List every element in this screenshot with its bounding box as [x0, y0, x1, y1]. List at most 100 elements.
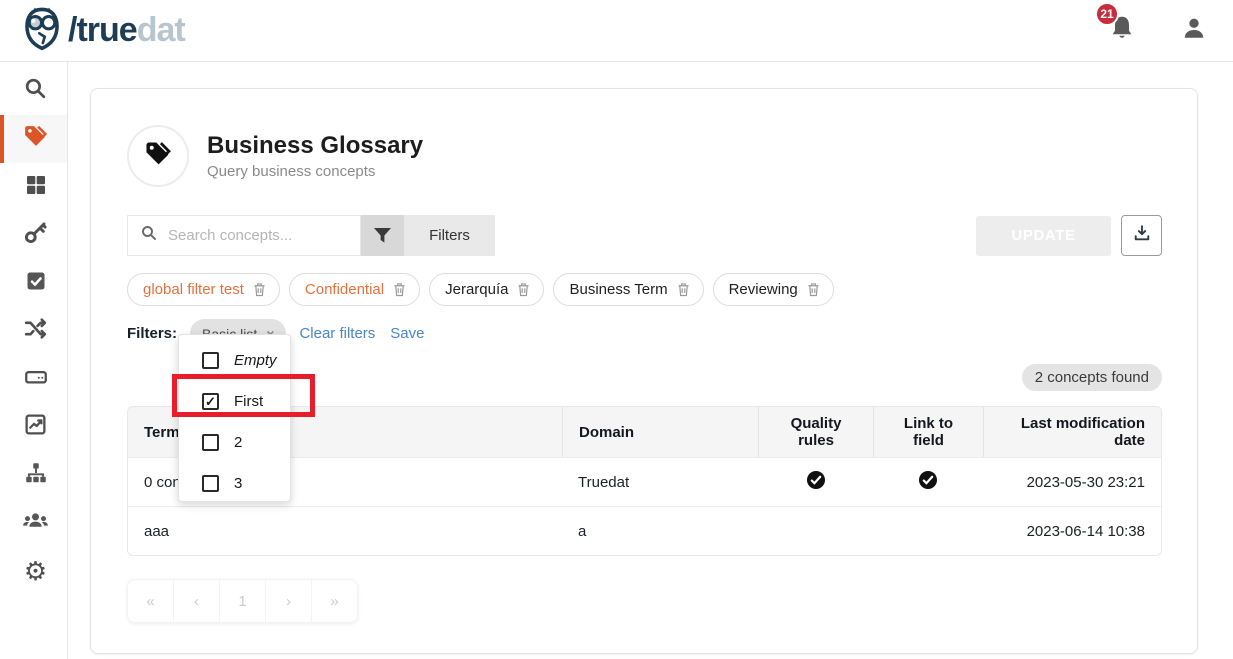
trash-icon[interactable]: [517, 282, 530, 297]
dropdown-option-2[interactable]: ✓ 2: [179, 422, 290, 463]
cell-last-modification: 2023-06-14 10:38: [983, 523, 1161, 540]
column-header-last-modification[interactable]: Last modification date: [983, 407, 1161, 457]
chart-icon: [23, 412, 48, 442]
sidebar-item-tasks[interactable]: [0, 259, 67, 307]
sidebar-item-permissions[interactable]: [0, 211, 67, 259]
dropdown-option-label: 3: [234, 475, 242, 492]
pagination-last-button[interactable]: »: [311, 579, 358, 623]
hierarchy-icon: [23, 460, 49, 491]
active-filter-chips: global filter test Confidential Jerarquí…: [127, 273, 1162, 306]
download-icon: [1133, 224, 1151, 247]
pagination-page-button[interactable]: 1: [219, 579, 266, 623]
sidebar-item-settings[interactable]: ⚙: [0, 547, 67, 595]
notifications-button[interactable]: 21: [1109, 14, 1135, 47]
trash-icon[interactable]: [807, 282, 820, 297]
shuffle-icon: [23, 316, 48, 346]
filter-chip[interactable]: global filter test: [127, 273, 280, 306]
cell-last-modification: 2023-05-30 23:21: [983, 474, 1161, 491]
filter-chip[interactable]: Reviewing: [713, 273, 834, 306]
cell-term[interactable]: aaa: [128, 523, 562, 540]
cell-link-to-field: [873, 519, 983, 543]
trash-icon[interactable]: [253, 282, 266, 297]
page-subtitle: Query business concepts: [207, 163, 423, 180]
cell-domain: a: [562, 523, 758, 540]
glossary-tag-icon: [22, 123, 49, 155]
column-header-domain[interactable]: Domain: [562, 407, 758, 457]
checkbox-checked[interactable]: ✓: [202, 393, 219, 410]
sidebar-item-users[interactable]: [0, 499, 67, 547]
table-row[interactable]: aaa a 2023-06-14 10:38: [128, 506, 1161, 555]
truedat-logo[interactable]: /truedat: [20, 5, 185, 56]
check-circle-icon: [806, 470, 826, 494]
dashboard-grid-icon: [24, 173, 48, 202]
funnel-icon: [361, 215, 404, 256]
save-filters-link[interactable]: Save: [390, 325, 424, 342]
search-input[interactable]: [168, 227, 338, 244]
search-icon: [23, 76, 48, 106]
tag-icon: [143, 139, 173, 174]
chip-label: Confidential: [305, 281, 384, 298]
filters-label: Filters:: [127, 325, 177, 342]
dropdown-option-label: 2: [234, 434, 242, 451]
users-icon: [22, 507, 49, 539]
sidebar-item-search[interactable]: [0, 67, 67, 115]
glossary-badge-circle: [127, 125, 189, 187]
sidebar-item-insights[interactable]: [0, 403, 67, 451]
tasks-check-icon: [24, 269, 48, 298]
sidebar-item-domains[interactable]: [0, 451, 67, 499]
left-sidebar: ⚙: [0, 62, 68, 659]
checkbox-unchecked[interactable]: ✓: [202, 352, 219, 369]
cell-quality-rules: [758, 519, 873, 543]
filter-chip[interactable]: Confidential: [289, 273, 420, 306]
business-glossary-card: Business Glossary Query business concept…: [90, 88, 1198, 654]
filters-button-label: Filters: [404, 215, 495, 256]
filters-button[interactable]: Filters: [361, 215, 495, 256]
filter-values-dropdown: ✓ Empty ✓ First ✓ 2 ✓ 3: [178, 334, 291, 502]
column-header-link-to-field[interactable]: Link to field: [873, 407, 983, 457]
clear-filters-link[interactable]: Clear filters: [299, 325, 375, 342]
logo-wordmark: /truedat: [68, 11, 185, 50]
sidebar-item-glossary[interactable]: [0, 115, 67, 163]
user-icon: [1181, 28, 1207, 45]
dropdown-option-empty[interactable]: ✓ Empty: [179, 340, 290, 381]
trash-icon[interactable]: [677, 282, 690, 297]
chip-label: Reviewing: [729, 281, 798, 298]
owl-logo-icon: [20, 5, 64, 56]
sidebar-item-data-sources[interactable]: [0, 355, 67, 403]
dropdown-option-first[interactable]: ✓ First: [179, 381, 290, 422]
update-button[interactable]: UPDATE: [976, 216, 1111, 256]
sidebar-item-dashboards[interactable]: [0, 163, 67, 211]
notification-count-badge: 21: [1095, 2, 1119, 26]
pagination: « ‹ 1 › »: [127, 579, 358, 623]
trash-icon[interactable]: [393, 282, 406, 297]
dropdown-option-label: Empty: [234, 352, 277, 369]
page-title: Business Glossary: [207, 132, 423, 160]
dropdown-option-label: First: [234, 393, 263, 410]
search-icon: [140, 224, 158, 247]
chip-label: Business Term: [569, 281, 667, 298]
gear-icon: ⚙: [24, 558, 47, 584]
sidebar-item-lineage[interactable]: [0, 307, 67, 355]
filter-chip[interactable]: Jerarquía: [429, 273, 544, 306]
main-content: Business Glossary Query business concept…: [68, 62, 1233, 659]
cell-domain: Truedat: [562, 474, 758, 491]
user-menu-button[interactable]: [1181, 15, 1207, 46]
checkbox-unchecked[interactable]: ✓: [202, 434, 219, 451]
pagination-first-button[interactable]: «: [127, 579, 174, 623]
column-header-quality-rules[interactable]: Quality rules: [758, 407, 873, 457]
bell-icon: [1109, 29, 1135, 46]
check-circle-icon: [918, 470, 938, 494]
download-button[interactable]: [1121, 215, 1162, 256]
server-icon: [23, 364, 49, 395]
filter-chip[interactable]: Business Term: [553, 273, 703, 306]
checkbox-unchecked[interactable]: ✓: [202, 475, 219, 492]
cell-quality-rules: [758, 470, 873, 494]
chip-label: global filter test: [143, 281, 244, 298]
search-box: [127, 215, 361, 256]
results-count-badge: 2 concepts found: [1022, 364, 1162, 391]
pagination-prev-button[interactable]: ‹: [173, 579, 220, 623]
key-icon: [23, 220, 48, 250]
pagination-next-button[interactable]: ›: [265, 579, 312, 623]
chip-label: Jerarquía: [445, 281, 508, 298]
dropdown-option-3[interactable]: ✓ 3: [179, 463, 290, 504]
